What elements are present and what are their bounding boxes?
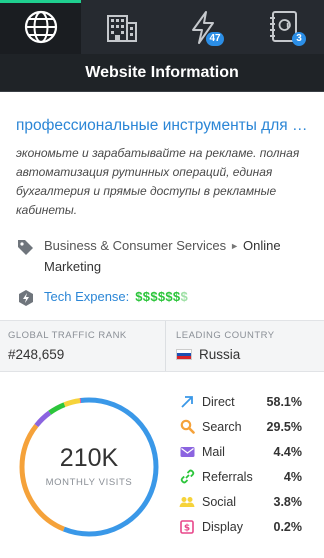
contacts-count-badge: 3 (292, 32, 306, 46)
site-description: экономьте и зарабатывайте на рекламе. по… (16, 146, 300, 217)
globe-icon (24, 10, 57, 44)
legend-row-referrals[interactable]: Referrals 4% (178, 464, 302, 489)
legend-row-search[interactable]: Search 29.5% (178, 414, 302, 439)
display-ad-icon: $ (178, 518, 196, 536)
category-separator: ► (230, 241, 239, 251)
tech-expense-dim: $ (180, 289, 188, 304)
russia-flag-icon (176, 349, 192, 360)
legend-value: 29.5% (266, 419, 302, 434)
legend-value: 3.8% (273, 494, 303, 509)
category-row: Business & Consumer Services ► Online Mark… (16, 236, 308, 277)
global-rank-label: GLOBAL TRAFFIC RANK (8, 330, 127, 341)
site-title[interactable]: профессиональные инструменты для контекс… (16, 117, 308, 135)
technologies-count-badge: 47 (206, 32, 224, 46)
leading-country-stat: LEADING COUNTRY Russia (165, 321, 324, 371)
leading-country-name: Russia (199, 347, 241, 362)
monthly-visits-label: MONTHLY VISITS (45, 477, 133, 488)
traffic-donut: 210K MONTHLY VISITS (16, 394, 162, 540)
site-info: профессиональные инструменты для контекс… (0, 92, 324, 307)
top-tab-bar: 47 3 (0, 0, 324, 54)
leading-country-label: LEADING COUNTRY (176, 330, 275, 341)
tech-expense: Tech Expense: $$$$$$$ (44, 287, 188, 307)
donut-center: 210K MONTHLY VISITS (16, 394, 162, 540)
legend-value: 0.2% (273, 519, 303, 534)
tech-expense-value: $$$$$$$ (135, 289, 188, 304)
legend-value: 4.4% (273, 444, 303, 459)
tab-contacts[interactable]: 3 (243, 0, 324, 54)
monthly-visits-value: 210K (59, 444, 119, 472)
tech-expense-label[interactable]: Tech Expense: (44, 289, 129, 304)
global-rank-value: #248,659 (8, 347, 65, 362)
category-breadcrumb: Business & Consumer Services ► Online Mark… (44, 236, 308, 277)
people-icon (178, 493, 196, 511)
legend-label: Referrals (202, 469, 253, 484)
traffic-legend: Direct 58.1% Search 29.5% Mail 4.4% Refe… (178, 389, 302, 539)
search-icon (178, 418, 196, 436)
legend-label: Mail (202, 444, 225, 459)
svg-text:$: $ (184, 523, 190, 533)
stats-bar: GLOBAL TRAFFIC RANK #248,659 LEADING COU… (0, 320, 324, 372)
arrow-up-right-icon (178, 393, 196, 411)
legend-row-direct[interactable]: Direct 58.1% (178, 389, 302, 414)
panel-header: Website Information (0, 54, 324, 92)
legend-value: 58.1% (266, 394, 302, 409)
mail-icon (178, 443, 196, 461)
tech-expense-strong: $$$$$$ (135, 289, 181, 304)
link-icon (178, 468, 196, 486)
tab-technologies[interactable]: 47 (162, 0, 243, 54)
leading-country-value: Russia (176, 347, 324, 362)
legend-row-mail[interactable]: Mail 4.4% (178, 439, 302, 464)
category-primary[interactable]: Business & Consumer Services (44, 238, 226, 253)
tag-icon (18, 240, 33, 255)
global-rank-stat: GLOBAL TRAFFIC RANK #248,659 (0, 321, 165, 371)
legend-label: Social (202, 494, 237, 509)
legend-label: Search (202, 419, 242, 434)
page-title: Website Information (85, 63, 239, 81)
tab-website[interactable] (0, 0, 81, 54)
tech-hexagon-icon (19, 290, 33, 306)
legend-row-social[interactable]: Social 3.8% (178, 489, 302, 514)
tab-company[interactable] (81, 0, 162, 54)
legend-row-display[interactable]: $ Display 0.2% (178, 514, 302, 539)
legend-label: Display (202, 519, 243, 534)
legend-label: Direct (202, 394, 235, 409)
building-icon (106, 15, 137, 42)
tech-expense-row: Tech Expense: $$$$$$$ (16, 287, 308, 307)
legend-value: 4% (283, 469, 302, 484)
